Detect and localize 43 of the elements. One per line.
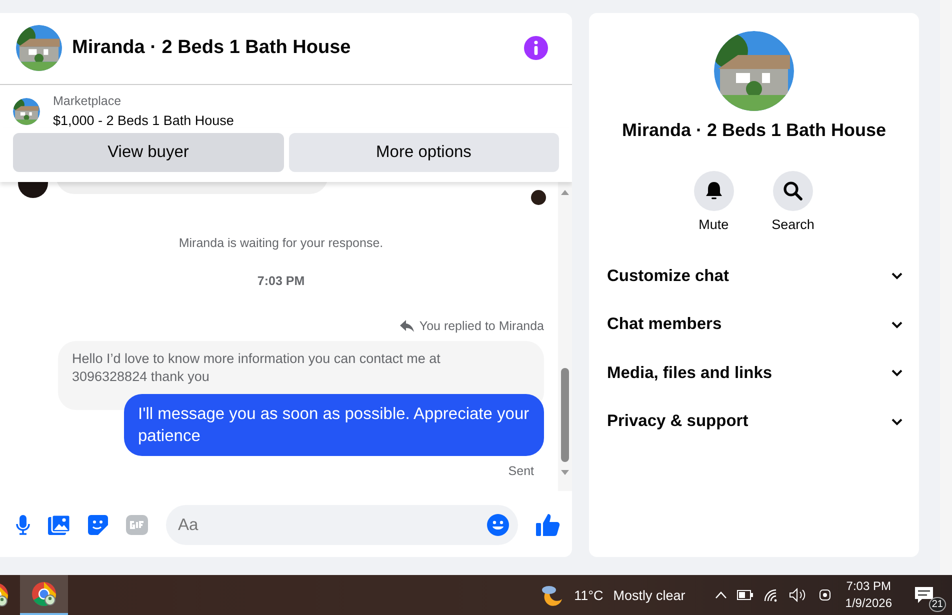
speaker-icon[interactable]	[789, 588, 808, 602]
sent-message-bubble: I'll message you as soon as possible. Appreciate your patience	[124, 394, 544, 456]
weather-temperature: 11°C	[574, 588, 604, 602]
section-toggle[interactable]: Media, files and links	[607, 349, 903, 398]
notification-icon[interactable]	[914, 586, 934, 604]
more-options-button[interactable]: More options	[288, 133, 559, 172]
view-buyer-button[interactable]: View buyer	[13, 133, 284, 172]
chevron-up-icon[interactable]	[715, 591, 728, 599]
thumbs-up-icon[interactable]	[536, 513, 560, 537]
read-receipt-avatar	[531, 190, 546, 205]
sticker-icon[interactable]	[88, 515, 108, 535]
info-icon[interactable]	[524, 36, 548, 60]
clock-date[interactable]: 1/9/2026	[845, 595, 892, 612]
emoji-icon[interactable]	[487, 514, 509, 536]
moon-cloud-icon	[540, 584, 564, 606]
chat-title: Miranda · 2 Beds 1 Bath House	[72, 37, 352, 59]
page-scrollbar[interactable]	[940, 0, 952, 575]
message-input-field[interactable]: Aa	[166, 505, 518, 545]
listing-source: Marketplace	[53, 94, 122, 108]
conversation-title: Miranda · 2 Beds 1 Bath House	[622, 120, 886, 141]
battery-icon[interactable]	[737, 590, 754, 600]
listing-thumbnail	[13, 98, 40, 124]
search-icon	[783, 181, 803, 201]
camera-icon[interactable]	[817, 587, 834, 603]
reply-icon	[400, 320, 414, 332]
message-timestamp: 7:03 PM	[256, 274, 306, 288]
section-toggle[interactable]: Customize chat	[607, 252, 903, 300]
weather-condition: Mostly clear	[613, 588, 686, 602]
waiting-notice: Miranda is waiting for your response.	[178, 236, 384, 250]
listing-title[interactable]: $1,000 - 2 Beds 1 Bath House	[53, 113, 234, 128]
bell-icon	[704, 181, 724, 201]
scrollbar[interactable]	[558, 182, 572, 491]
notification-count: 21	[928, 597, 946, 612]
microphone-icon[interactable]	[16, 515, 30, 535]
replied-note: You replied to Miranda	[419, 319, 544, 333]
browser-taskbar-icon[interactable]	[20, 575, 68, 615]
section-toggle[interactable]: Chat members	[607, 300, 903, 349]
section-toggle[interactable]: Privacy & support	[607, 398, 903, 446]
house-avatar	[16, 25, 62, 71]
wifi-icon[interactable]	[763, 588, 780, 602]
sent-status: Sent	[508, 464, 534, 478]
clock-time[interactable]: 7:03 PM	[845, 578, 892, 595]
image-icon[interactable]	[48, 515, 70, 535]
